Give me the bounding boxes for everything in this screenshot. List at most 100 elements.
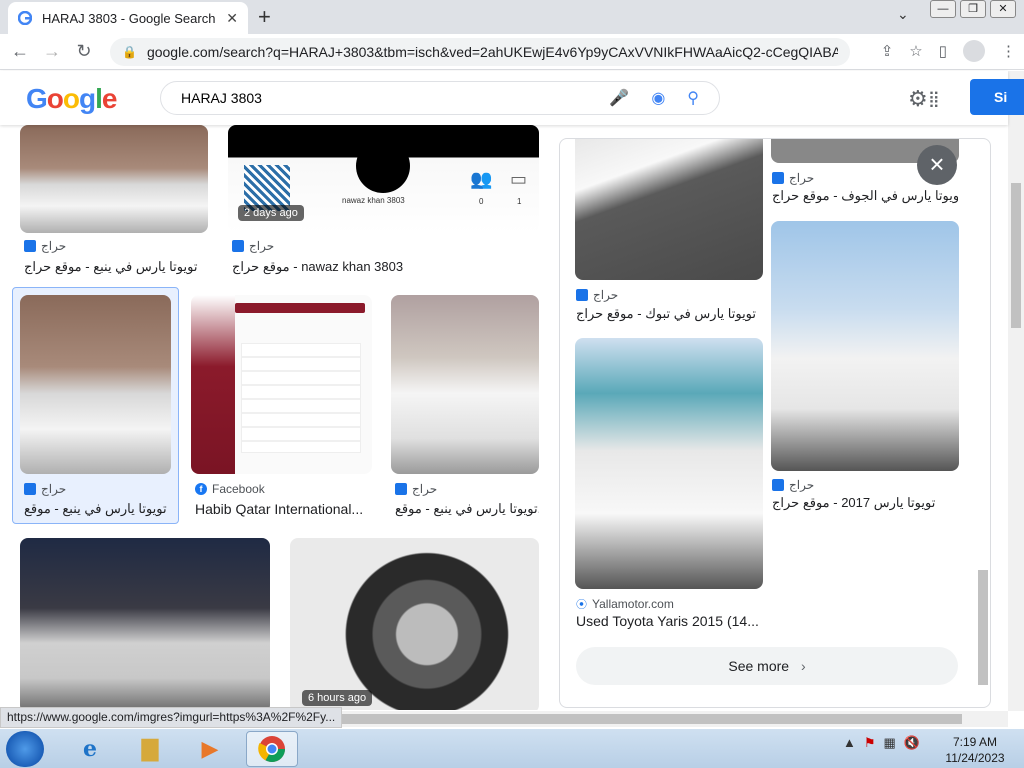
result-image[interactable] bbox=[391, 295, 539, 474]
result-image[interactable] bbox=[20, 538, 270, 710]
panel-title[interactable]: تويوتا يارس 2017 - موقع حراج bbox=[772, 495, 958, 511]
habib-qatar-heading bbox=[235, 303, 365, 313]
panel-title[interactable]: Used Toyota Yaris 2015 (14... bbox=[576, 613, 762, 629]
page-scroll-thumb[interactable] bbox=[1011, 183, 1021, 328]
action-center-flag-icon[interactable]: ⚑ bbox=[864, 735, 876, 751]
search-icon[interactable]: ⚲ bbox=[687, 88, 699, 108]
tab-search-chevron-icon[interactable]: ⌄ bbox=[897, 6, 909, 23]
search-box: 🎤 ◉ ⚲ bbox=[160, 81, 720, 115]
back-icon[interactable]: ← bbox=[4, 41, 36, 62]
result-title[interactable]: تويوتا يارس في ينبع - موقع... bbox=[395, 501, 539, 517]
forward-icon[interactable]: → bbox=[36, 41, 68, 62]
panel-source[interactable]: حراج bbox=[772, 171, 814, 185]
panel-source[interactable]: ⦿ Yallamotor.com bbox=[576, 596, 674, 612]
result-image[interactable] bbox=[191, 295, 372, 474]
result-title[interactable]: موقع حراج - nawaz khan 3803 bbox=[232, 259, 538, 275]
panel-source[interactable]: حراج bbox=[576, 288, 618, 302]
result-image[interactable] bbox=[20, 295, 171, 474]
result-source[interactable]: حراج bbox=[24, 482, 66, 496]
panel-title[interactable]: تويوتا يارس في تبوك - موقع حراج bbox=[576, 306, 762, 322]
volume-muted-icon[interactable]: 🔇 bbox=[904, 735, 920, 751]
browser-tab[interactable]: HARAJ 3803 - Google Search ✕ bbox=[8, 2, 248, 34]
internet-explorer-icon[interactable]: e bbox=[64, 731, 116, 767]
ads-count: 1 bbox=[517, 197, 522, 206]
panel-image[interactable] bbox=[575, 338, 763, 589]
file-explorer-icon[interactable]: ▇ bbox=[124, 731, 176, 767]
taskbar-clock[interactable]: 7:19 AM 11/24/2023 bbox=[943, 734, 1007, 766]
search-input[interactable] bbox=[181, 90, 610, 106]
toolbar-actions: ⇪ ☆ ▯ ⋮ bbox=[881, 40, 1016, 62]
result-title[interactable]: تويوتا يارس في ينبع - موقع ... bbox=[24, 501, 170, 517]
panel-title[interactable]: تويوتا يارس في الجوف - موقع حراج bbox=[772, 188, 958, 204]
haraj-favicon-icon bbox=[24, 240, 36, 252]
lock-icon[interactable]: 🔒 bbox=[122, 45, 137, 59]
panel-scroll-thumb[interactable] bbox=[978, 570, 988, 685]
minimize-icon[interactable]: — bbox=[930, 0, 956, 18]
start-button[interactable] bbox=[6, 731, 44, 767]
panel-image[interactable] bbox=[771, 221, 959, 471]
kebab-menu-icon[interactable]: ⋮ bbox=[1001, 42, 1016, 60]
result-title[interactable]: تويوتا يارس في ينبع - موقع حراج bbox=[24, 259, 210, 275]
apps-grid-icon[interactable]: ⣿ bbox=[928, 89, 940, 109]
result-source[interactable]: حراج bbox=[232, 239, 274, 253]
chrome-taskbar-icon[interactable] bbox=[246, 731, 298, 767]
panel-source[interactable]: حراج bbox=[772, 478, 814, 492]
followers-icon: 👥 bbox=[470, 169, 493, 189]
panel-scrollbar[interactable] bbox=[977, 140, 989, 688]
window-controls: — ❐ ✕ bbox=[930, 0, 1016, 18]
result-source[interactable]: حراج bbox=[24, 239, 66, 253]
time-badge: 6 hours ago bbox=[302, 690, 373, 706]
address-bar[interactable]: 🔒 google.com/search?q=HARAJ+3803&tbm=isc… bbox=[110, 38, 850, 66]
profile-avatar-circle bbox=[356, 139, 410, 193]
panel-image[interactable] bbox=[575, 139, 763, 280]
horizontal-scrollbar[interactable] bbox=[340, 711, 1008, 727]
profile-avatar[interactable] bbox=[963, 40, 985, 62]
yallamotor-icon: ⦿ bbox=[576, 599, 587, 611]
haraj-favicon-icon bbox=[395, 483, 407, 495]
bookmark-star-icon[interactable]: ☆ bbox=[909, 42, 922, 60]
media-player-icon[interactable]: ▶ bbox=[184, 731, 236, 767]
show-hidden-icons[interactable]: ▲ bbox=[843, 735, 856, 751]
time-badge: 2 days ago bbox=[238, 205, 304, 221]
sign-in-button[interactable]: Si bbox=[970, 79, 1024, 115]
new-tab-icon[interactable]: + bbox=[258, 4, 271, 30]
reload-icon[interactable]: ↻ bbox=[68, 41, 100, 62]
rate-sheet-table bbox=[241, 343, 361, 453]
chevron-right-icon: › bbox=[800, 658, 806, 674]
settings-gear-icon[interactable]: ⚙ bbox=[908, 86, 928, 112]
restore-icon[interactable]: ❐ bbox=[960, 0, 986, 18]
haraj-favicon-icon bbox=[576, 289, 588, 301]
google-favicon-icon bbox=[18, 11, 32, 25]
result-image[interactable] bbox=[290, 538, 539, 710]
window-close-icon[interactable]: ✕ bbox=[990, 0, 1016, 18]
system-tray: ▲ ⚑ ▦ 🔇 bbox=[843, 735, 920, 751]
side-panel-icon[interactable]: ▯ bbox=[939, 42, 947, 60]
banner-maroon-stripe bbox=[191, 295, 235, 474]
google-logo[interactable]: Google bbox=[26, 83, 117, 115]
profile-name: nawaz khan 3803 bbox=[342, 196, 405, 205]
lens-icon[interactable]: ◉ bbox=[651, 88, 665, 108]
network-icon[interactable]: ▦ bbox=[884, 735, 896, 751]
panel-close-icon[interactable]: × bbox=[917, 145, 957, 185]
result-source[interactable]: حراج bbox=[395, 482, 437, 496]
result-title[interactable]: Habib Qatar International... bbox=[195, 501, 373, 517]
page-scrollbar[interactable] bbox=[1008, 71, 1024, 711]
tab-title: HARAJ 3803 - Google Search bbox=[42, 10, 216, 26]
result-source[interactable]: f Facebook bbox=[195, 482, 265, 496]
horizontal-scroll-thumb[interactable] bbox=[342, 714, 962, 724]
see-more-button[interactable]: See more › bbox=[576, 647, 958, 685]
taskbar: e ▇ ▶ ▲ ⚑ ▦ 🔇 7:19 AM 11/24/2023 bbox=[0, 728, 1024, 768]
haraj-favicon-icon bbox=[232, 240, 244, 252]
facebook-icon: f bbox=[195, 483, 207, 495]
voice-search-icon[interactable]: 🎤 bbox=[609, 88, 629, 108]
related-images-panel: حراج تويوتا يارس في تبوك - موقع حراج ⦿ Y… bbox=[559, 138, 991, 708]
clock-date: 11/24/2023 bbox=[945, 751, 1005, 765]
share-icon[interactable]: ⇪ bbox=[881, 42, 894, 60]
haraj-favicon-icon bbox=[24, 483, 36, 495]
tab-close-icon[interactable]: ✕ bbox=[226, 10, 238, 27]
haraj-favicon-icon bbox=[772, 172, 784, 184]
clock-time: 7:19 AM bbox=[952, 735, 998, 749]
url-text: google.com/search?q=HARAJ+3803&tbm=isch&… bbox=[146, 44, 838, 60]
status-url: https://www.google.com/imgres?imgurl=htt… bbox=[0, 707, 343, 728]
result-image[interactable] bbox=[20, 125, 208, 233]
